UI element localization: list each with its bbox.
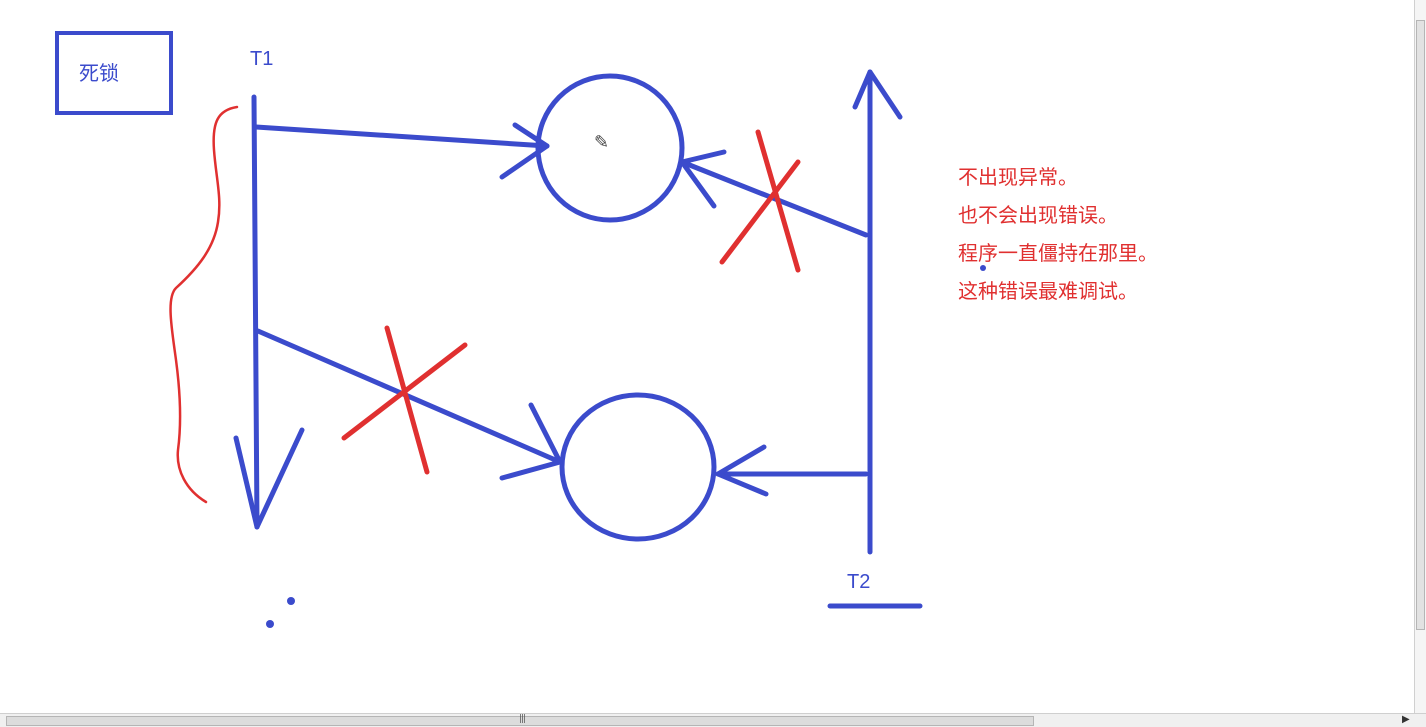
t2-arrowhead [852, 69, 903, 120]
note-line: 也不会出现错误。 [958, 203, 1118, 227]
vertical-scroll-thumb[interactable] [1416, 20, 1425, 630]
t1-timeline [251, 94, 260, 530]
t2-request-top-arrowhead [679, 149, 727, 209]
note-line: 程序一直僵持在那里。 [958, 241, 1158, 265]
block-cross-bottom-b [341, 342, 468, 441]
dot [287, 597, 295, 605]
horizontal-scrollbar[interactable]: ||| [0, 713, 1426, 727]
block-cross-top-a [755, 129, 801, 273]
deadlock-diagram [169, 69, 986, 628]
pencil-icon: ✎ [594, 132, 610, 153]
thread2-label: T2 [847, 571, 871, 593]
horizontal-scroll-thumb[interactable]: ||| [6, 714, 1034, 726]
scroll-right-arrow-icon[interactable]: ▶ [1402, 714, 1410, 725]
t2-request-bottom-arrowhead [715, 444, 769, 497]
t1-request-bottom [255, 328, 563, 465]
title-box: 死锁 [55, 31, 173, 115]
t1-arrowhead [233, 427, 305, 530]
note-line: 不出现异常。 [958, 165, 1078, 189]
resource-top-circle [535, 73, 685, 223]
t1-request-top [253, 124, 550, 149]
notes: 不出现异常。 也不会出现错误。 程序一直僵持在那里。 这种错误最难调试。 [958, 158, 1158, 310]
note-line: 这种错误最难调试。 [958, 279, 1138, 303]
grip-icon: ||| [519, 714, 526, 724]
dot [266, 620, 274, 628]
resource-bottom-circle [559, 392, 717, 542]
vertical-scrollbar[interactable] [1414, 0, 1426, 713]
thread1-label: T1 [250, 48, 274, 70]
title: 死锁 [79, 61, 119, 85]
block-cross-top-b [719, 159, 801, 265]
brace-annotation [169, 105, 239, 504]
